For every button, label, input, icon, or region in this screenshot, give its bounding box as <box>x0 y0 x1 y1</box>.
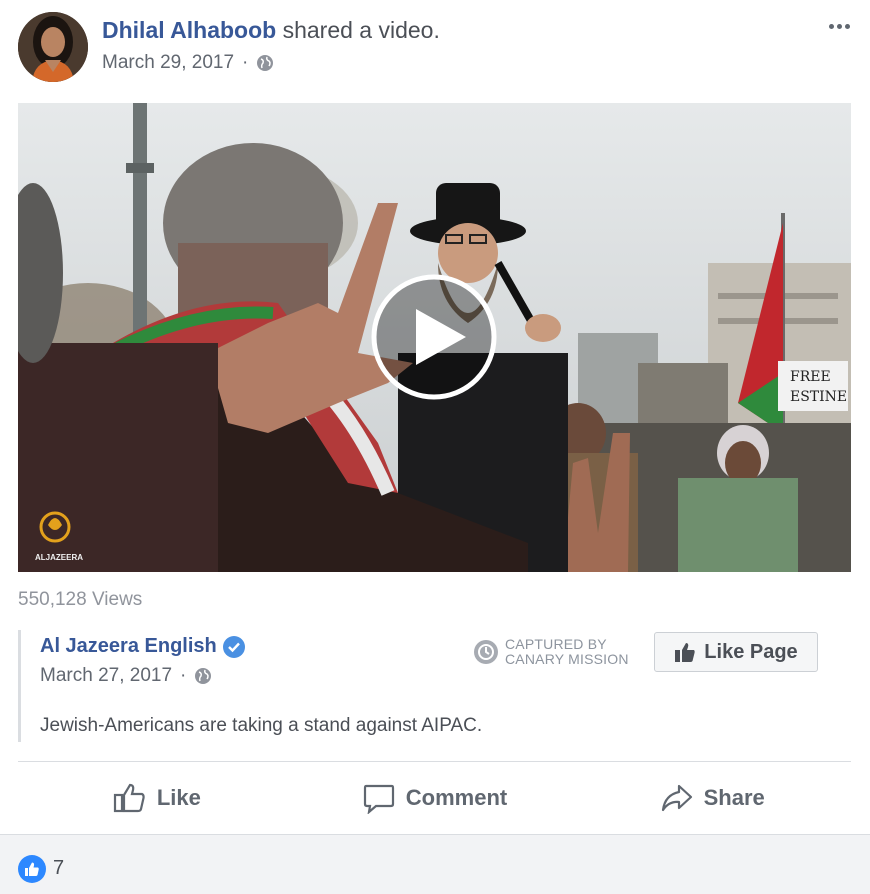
comment-button[interactable]: Comment <box>296 770 574 826</box>
play-icon[interactable] <box>371 274 497 400</box>
like-icon <box>113 783 145 813</box>
aljazeera-watermark: ALJAZEERA <box>35 553 83 562</box>
thumbs-up-icon <box>675 643 695 662</box>
like-reaction-icon[interactable] <box>18 855 46 883</box>
like-page-button[interactable]: Like Page <box>654 632 818 672</box>
author-line: Dhilal Alhaboob shared a video. <box>102 17 440 44</box>
views-count: 550,128 Views <box>18 589 143 610</box>
shared-date[interactable]: March 27, 2017 <box>40 665 172 687</box>
shared-date-separator: · <box>180 665 187 686</box>
captured-by-watermark: CAPTURED BY CANARY MISSION <box>473 637 629 667</box>
action-text: shared a video. <box>276 17 440 43</box>
shared-post: Al Jazeera English March 27, 2017 · Jewi… <box>18 630 851 742</box>
banner-text-1: FREE <box>790 369 831 385</box>
captured-line-1: CAPTURED BY <box>505 636 607 652</box>
post-actions: Like Comment Share <box>18 770 851 826</box>
author-avatar[interactable] <box>18 12 88 82</box>
more-options-icon[interactable] <box>824 14 854 38</box>
shared-globe-icon <box>194 667 212 685</box>
verified-badge-icon <box>222 635 245 658</box>
globe-icon[interactable] <box>256 54 274 72</box>
post-date[interactable]: March 29, 2017 <box>102 52 234 74</box>
author-name[interactable]: Dhilal Alhaboob <box>102 17 276 43</box>
page-name[interactable]: Al Jazeera English <box>40 635 217 658</box>
shared-page-header: Al Jazeera English <box>40 635 245 658</box>
shared-post-text: Jewish-Americans are taking a stand agai… <box>40 715 483 736</box>
like-label: Like <box>156 785 201 810</box>
video-player[interactable]: FREE ESTINE ALJAZEERA <box>18 103 851 572</box>
share-label: Share <box>703 785 765 810</box>
actions-divider <box>18 761 851 762</box>
shared-date-line: March 27, 2017 · <box>40 665 212 687</box>
share-icon <box>661 784 692 812</box>
reaction-count[interactable]: 7 <box>53 857 64 880</box>
share-button[interactable]: Share <box>573 770 851 826</box>
like-page-label: Like Page <box>704 640 798 663</box>
clock-icon <box>474 640 498 664</box>
captured-line-2: CANARY MISSION <box>505 651 629 667</box>
comment-icon <box>363 784 394 814</box>
date-separator: · <box>242 52 249 73</box>
comment-label: Comment <box>405 785 508 810</box>
post-header: Dhilal Alhaboob shared a video. March 29… <box>0 0 870 100</box>
like-button[interactable]: Like <box>18 770 296 826</box>
reactions-bar: 7 <box>0 834 870 894</box>
banner-text-2: ESTINE <box>790 389 847 405</box>
post-meta: March 29, 2017 · <box>102 52 274 74</box>
